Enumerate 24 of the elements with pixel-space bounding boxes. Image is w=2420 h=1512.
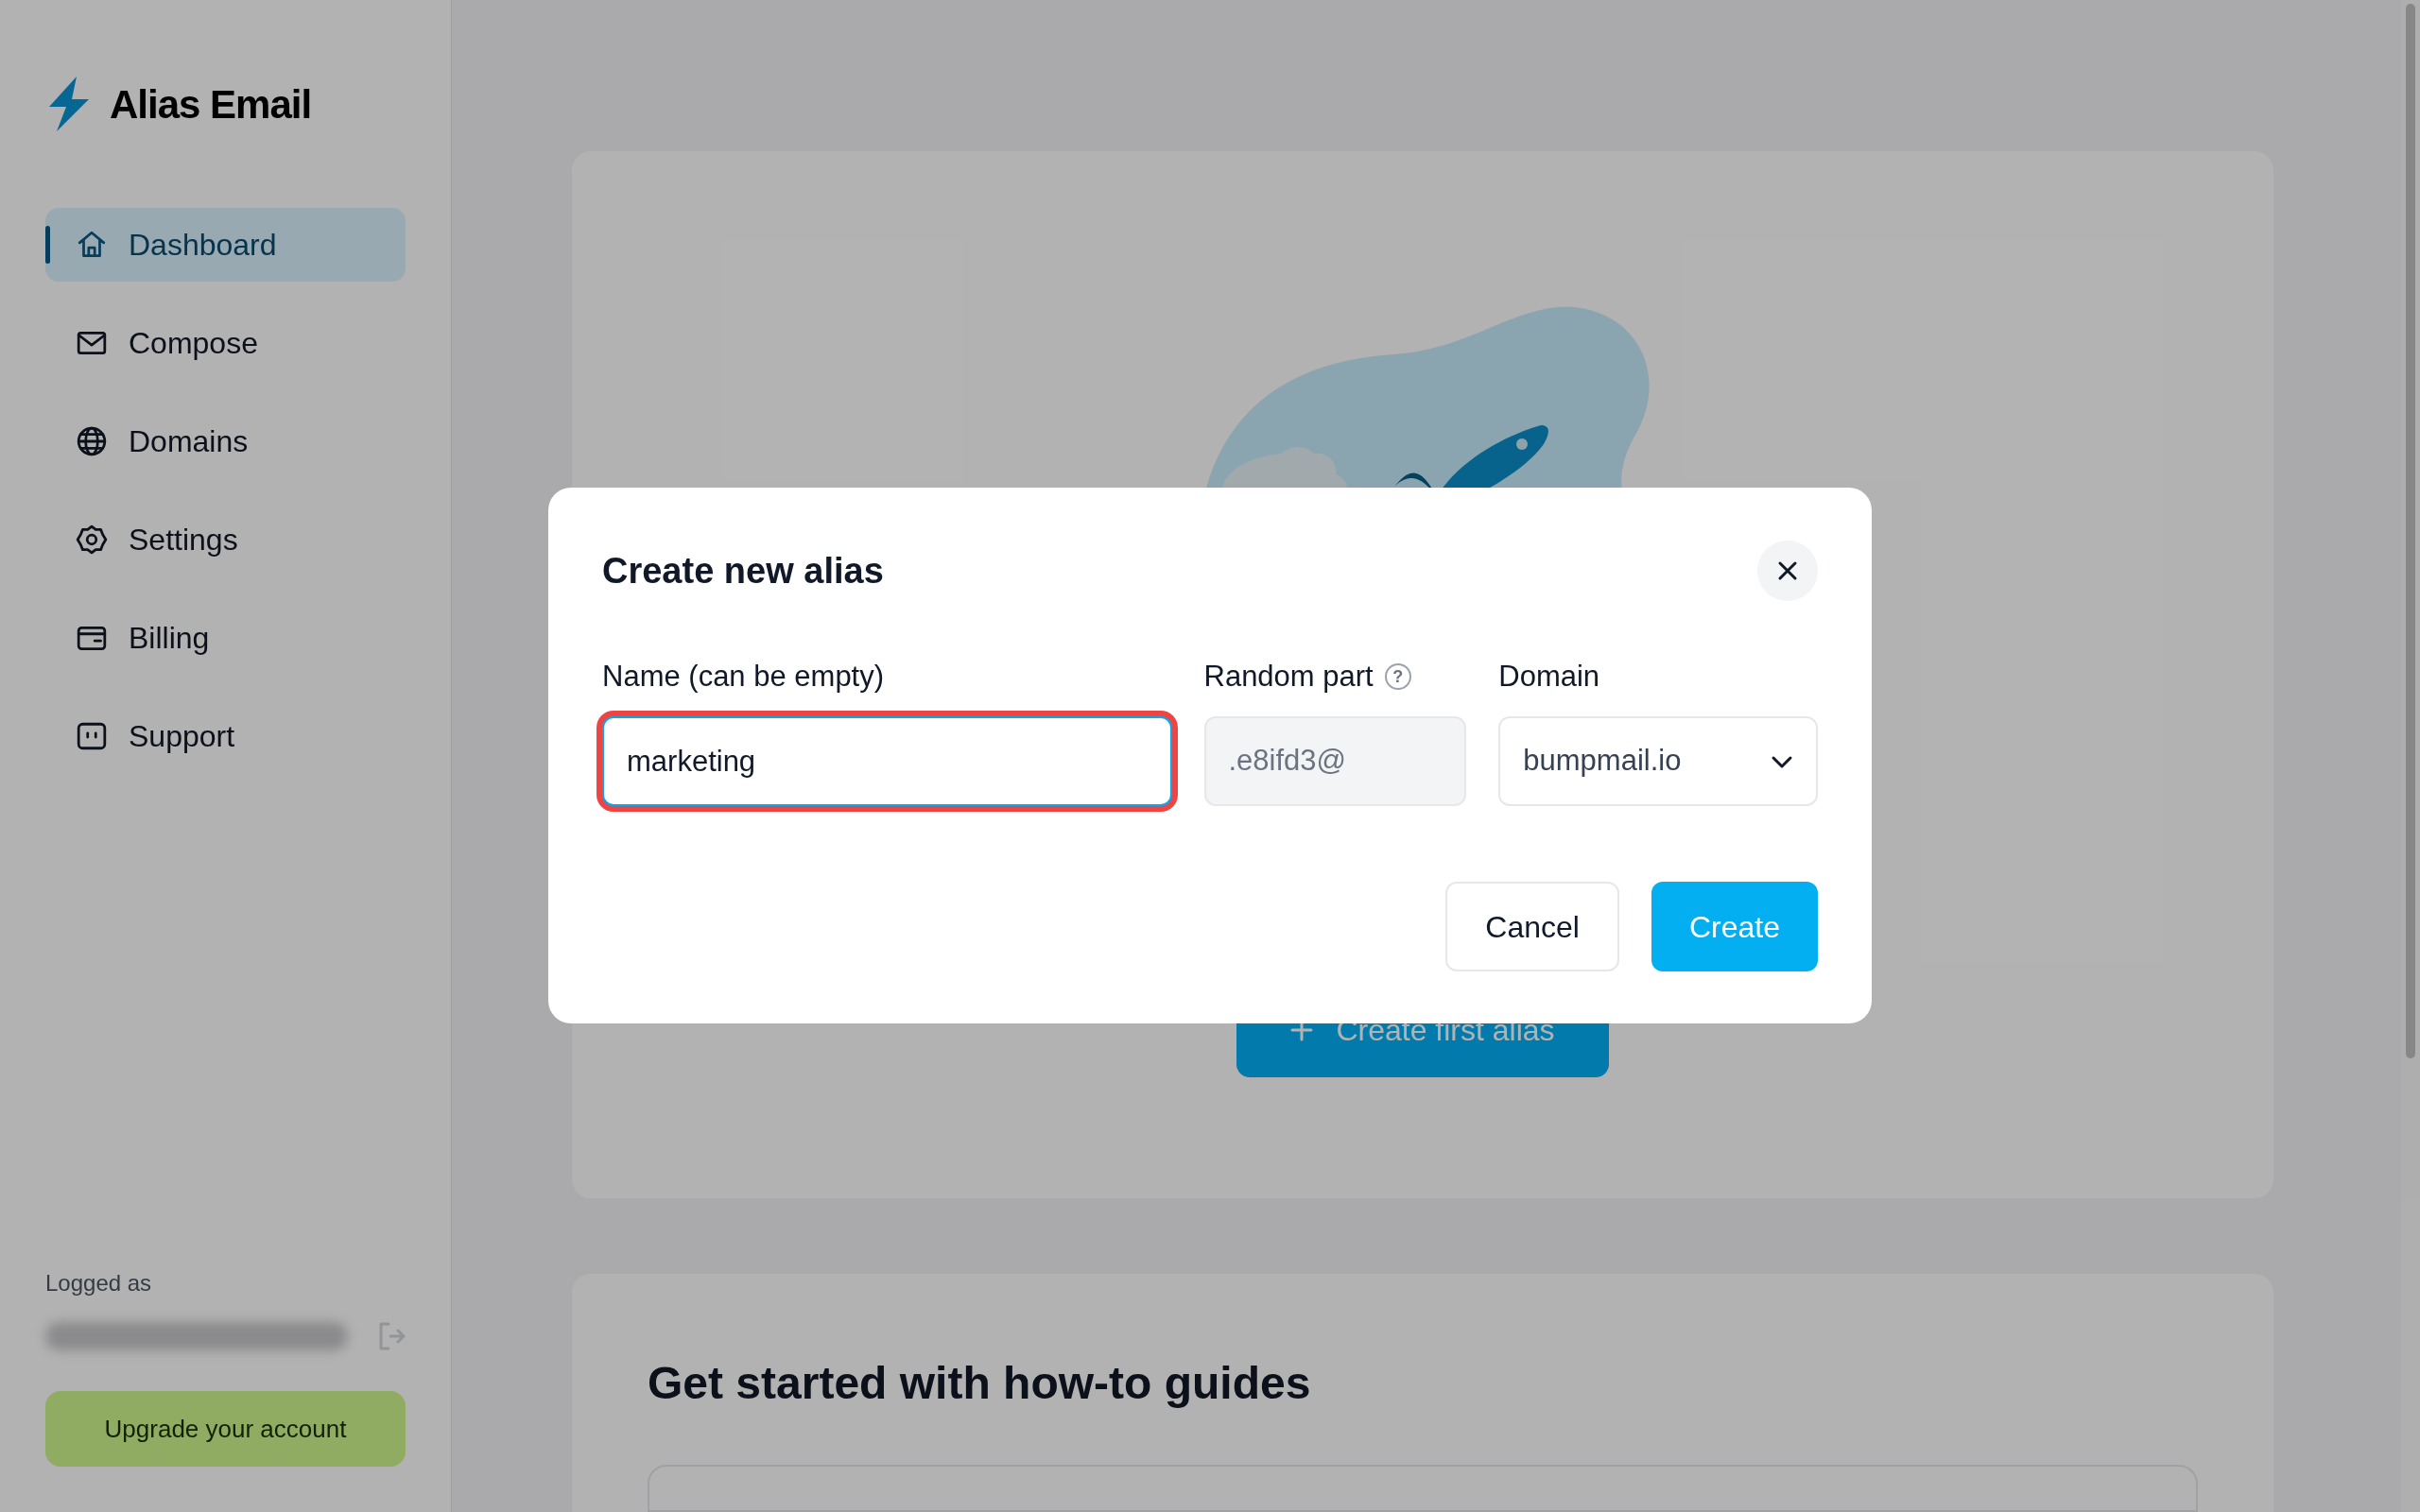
sidebar-nav-item[interactable]: Compose [45, 306, 406, 380]
help-icon[interactable]: ? [1384, 663, 1411, 690]
logout-icon[interactable] [377, 1321, 406, 1351]
close-icon [1777, 560, 1798, 581]
cancel-button[interactable]: Cancel [1445, 882, 1619, 971]
sidebar-nav-item[interactable]: Billing [45, 601, 406, 675]
field-label: Name (can be empty) [602, 658, 885, 695]
sidebar-nav-item[interactable]: Settings [45, 503, 406, 576]
field-label: Domain [1498, 658, 1600, 695]
random-part-field[interactable]: .e8ifd3@ [1203, 716, 1467, 806]
globe-icon [76, 425, 108, 457]
chat-face-icon [76, 720, 108, 752]
upgrade-account-button[interactable]: Upgrade your account [45, 1391, 406, 1467]
field-label: Random part [1203, 658, 1374, 695]
guides-heading: Get started with how-to guides [648, 1357, 1312, 1410]
logged-as-label: Logged as [45, 1269, 153, 1297]
dialog-title: Create new alias [602, 549, 884, 593]
domain-select[interactable]: bumpmail.io [1498, 716, 1818, 806]
alias-name-input[interactable]: marketing [602, 716, 1172, 806]
sidebar-nav-item[interactable]: Domains [45, 404, 406, 478]
app-logo-text: Alias Email [110, 80, 312, 129]
sidebar-nav-item[interactable]: Dashboard [45, 208, 406, 282]
sidebar-nav-item[interactable]: Support [45, 699, 406, 773]
settings-icon [76, 524, 108, 556]
